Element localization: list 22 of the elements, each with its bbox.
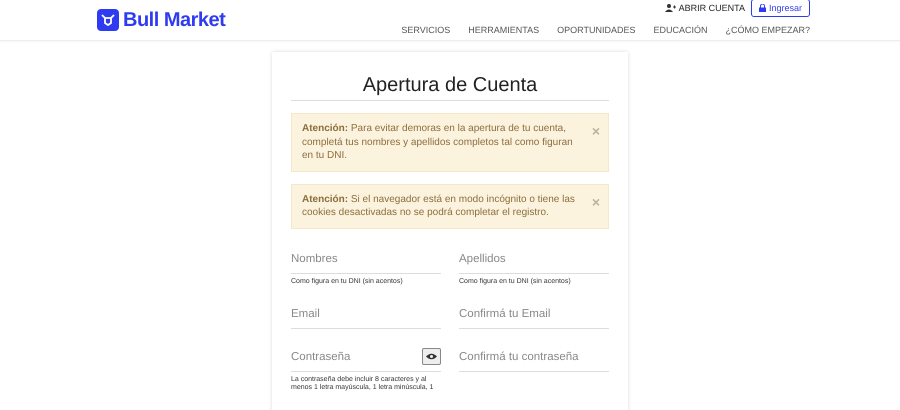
form-title: Apertura de Cuenta: [291, 74, 609, 101]
input-field[interactable]: Email: [291, 300, 441, 328]
input-field[interactable]: Contraseña: [291, 342, 441, 372]
eye-icon: [426, 353, 437, 360]
input-field[interactable]: Nombres: [291, 244, 441, 274]
show-password-button[interactable]: [422, 348, 441, 365]
nav-link[interactable]: SERVICIOS: [401, 25, 450, 35]
input-field[interactable]: Confirmá tu contraseña: [459, 342, 609, 372]
open-account-link[interactable]: ABRIR CUENTA: [664, 3, 745, 13]
nav-link[interactable]: ¿CÓMO EMPEZAR?: [725, 25, 810, 35]
lock-icon: [758, 4, 766, 12]
alert-text: Atención: Si el navegador está en modo incógnito o tiene las cookies desactivadas no se podrá completar el registro.: [302, 194, 575, 218]
input-field[interactable]: Confirmá tu Email: [459, 300, 609, 328]
nav-link[interactable]: EDUCACIÓN: [653, 25, 708, 35]
input-field[interactable]: Apellidos: [459, 244, 609, 274]
nav-link[interactable]: OPORTUNIDADES: [557, 25, 636, 35]
bull-logo-icon: [97, 9, 119, 31]
alert-text: Atención: Para evitar demoras en la apertura de tu cuenta, completá tus nombres y apellidos completos tal como figuran en tu DNI.: [302, 123, 573, 161]
logo-text[interactable]: Bull Market: [123, 8, 226, 32]
nav-link[interactable]: HERRAMIENTAS: [468, 25, 540, 35]
user-add-icon: [664, 4, 676, 12]
login-button[interactable]: Ingresar: [750, 0, 810, 17]
